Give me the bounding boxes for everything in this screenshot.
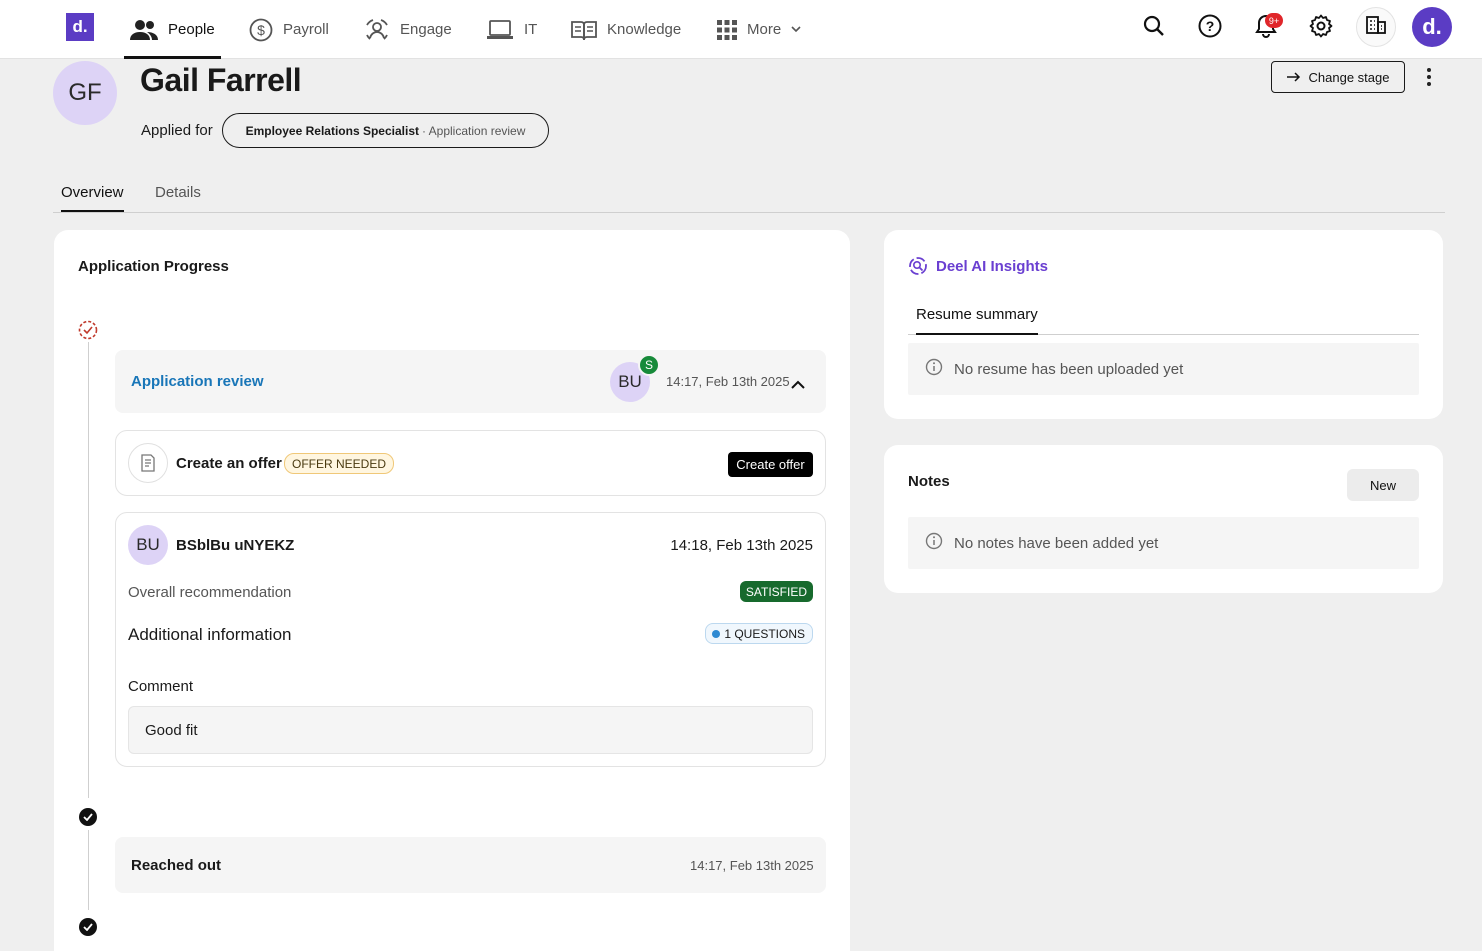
stage-application-review[interactable]: Application review BU 14:17, Feb 13th 20… (115, 350, 826, 413)
assignee-status-badge: S (638, 354, 660, 376)
gear-icon (1309, 14, 1333, 43)
notification-count-badge: 9+ (1265, 13, 1283, 28)
tab-resume-summary[interactable]: Resume summary (916, 306, 1038, 335)
notes-card: Notes New No notes have been added yet (884, 445, 1443, 593)
nav-payroll[interactable]: $ Payroll (249, 0, 329, 59)
applied-role-pill[interactable]: Employee Relations Specialist · Applicat… (222, 113, 549, 148)
svg-text:$: $ (257, 22, 265, 38)
reviewer-name: BSblBu uNYEKZ (176, 537, 295, 554)
nav-engage[interactable]: Engage (364, 0, 452, 59)
additional-info-heading: Additional information (128, 625, 292, 644)
comment-label: Comment (128, 678, 194, 695)
questions-badge[interactable]: 1 QUESTIONS (705, 623, 813, 644)
stage-name[interactable]: Application review (131, 373, 264, 390)
notes-title: Notes (908, 473, 950, 490)
review-card: BU BSblBu uNYEKZ 14:18, Feb 13th 2025 Ov… (115, 512, 826, 767)
application-progress-title: Application Progress (78, 258, 229, 275)
tab-details[interactable]: Details (155, 184, 201, 201)
top-navigation: d. People $ Payroll Engage IT Knowledge … (0, 0, 1482, 59)
stage-date: 14:17, Feb 13th 2025 (690, 858, 814, 873)
resume-empty-text: No resume has been uploaded yet (954, 360, 1184, 378)
help-icon: ? (1198, 14, 1222, 43)
stage-reached-out[interactable]: Reached out 14:17, Feb 13th 2025 (115, 837, 826, 893)
document-icon (128, 443, 168, 483)
svg-text:?: ? (1206, 18, 1215, 34)
role-stage: · Application review (422, 123, 526, 138)
laptop-icon (486, 19, 514, 41)
questions-badge-label: 1 QUESTIONS (724, 626, 805, 641)
timeline-line (88, 342, 89, 798)
create-offer-button[interactable]: Create offer (728, 452, 813, 477)
search-icon (1143, 15, 1165, 42)
nav-engage-label: Engage (400, 21, 452, 38)
notes-empty-text: No notes have been added yet (954, 534, 1159, 552)
change-stage-label: Change stage (1308, 69, 1390, 85)
nav-it-label: IT (524, 21, 538, 38)
candidate-tabs: Overview Details (53, 172, 1445, 213)
building-icon (1366, 15, 1386, 39)
review-date: 14:18, Feb 13th 2025 (670, 537, 813, 554)
reviewer-avatar: BU (128, 525, 168, 565)
timeline-line (88, 830, 89, 910)
arrow-right-icon (1286, 70, 1301, 85)
check-circle-icon (79, 808, 97, 826)
nav-more-label: More (747, 21, 782, 38)
chevron-down-icon (791, 26, 801, 33)
info-icon (925, 532, 943, 554)
deel-logo[interactable]: d. (66, 13, 94, 41)
stage-name: Reached out (131, 857, 222, 874)
info-icon (925, 358, 943, 380)
nav-it[interactable]: IT (486, 0, 537, 59)
resume-empty-state: No resume has been uploaded yet (908, 343, 1419, 395)
nav-knowledge-label: Knowledge (607, 21, 682, 38)
notes-empty-state: No notes have been added yet (908, 517, 1419, 569)
nav-knowledge[interactable]: Knowledge (571, 0, 681, 59)
notifications-button[interactable]: 9+ (1246, 8, 1286, 48)
role-name: Employee Relations Specialist (245, 123, 419, 138)
create-offer-card: Create an offer OFFER NEEDED Create offe… (115, 430, 826, 496)
nav-payroll-label: Payroll (283, 21, 329, 38)
ai-tabs: Resume summary (908, 302, 1419, 335)
ai-sparkle-icon (908, 256, 928, 281)
search-button[interactable] (1134, 8, 1174, 48)
engage-icon (364, 17, 390, 43)
people-icon (130, 19, 158, 41)
nav-people-label: People (168, 21, 215, 38)
stage-date: 14:17, Feb 13th 2025 (666, 374, 790, 389)
ai-insights-card: Deel AI Insights Resume summary No resum… (884, 230, 1443, 419)
change-stage-button[interactable]: Change stage (1271, 61, 1405, 93)
nav-more[interactable]: More (717, 0, 801, 59)
more-options-button[interactable] (1418, 65, 1440, 89)
candidate-avatar: GF (53, 61, 117, 125)
user-avatar[interactable]: d. (1412, 7, 1452, 47)
book-icon (571, 19, 597, 41)
recommendation-label: Overall recommendation (128, 584, 292, 601)
candidate-name: Gail Farrell (140, 62, 302, 98)
chevron-up-icon[interactable] (791, 376, 805, 394)
create-offer-title: Create an offer (176, 455, 282, 472)
tab-overview[interactable]: Overview (61, 184, 124, 212)
nav-people[interactable]: People (124, 0, 221, 59)
new-note-button[interactable]: New (1347, 469, 1419, 501)
organization-button[interactable] (1356, 7, 1396, 47)
comment-text: Good fit (128, 706, 813, 754)
help-button[interactable]: ? (1190, 8, 1230, 48)
applied-for-label: Applied for (141, 122, 213, 139)
grid-icon (717, 19, 737, 40)
dollar-icon: $ (249, 18, 273, 42)
check-circle-icon (79, 918, 97, 936)
offer-needed-badge: OFFER NEEDED (284, 453, 395, 474)
recommendation-badge: SATISFIED (739, 581, 813, 602)
settings-button[interactable] (1301, 8, 1341, 48)
ai-insights-title: Deel AI Insights (936, 258, 1048, 275)
